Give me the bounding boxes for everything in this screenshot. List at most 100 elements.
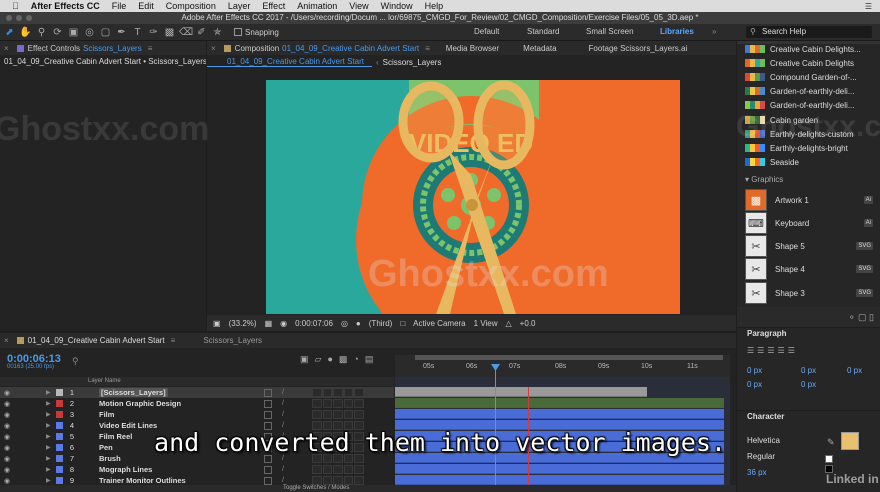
timeline-search-icon[interactable]: ⚲ [72,356,79,367]
menu-file[interactable]: File [112,1,127,11]
workspace-libraries[interactable]: Libraries [660,27,694,36]
composition-tab-name[interactable]: 01_04_09_Creative Cabin Advert Start [282,44,419,53]
menu-composition[interactable]: Composition [166,1,216,11]
tab-media-browser[interactable]: Media Browser [438,44,507,53]
justify-icon[interactable]: ☰ [778,346,785,355]
menu-window[interactable]: Window [381,1,413,11]
minimize-window-button[interactable] [16,15,22,21]
rectangle-tool-icon[interactable]: ▢ [99,26,112,39]
list-icon[interactable]: ☰ [865,2,872,11]
twirl-icon[interactable]: ▶ [46,389,51,396]
library-item[interactable]: Seaside [745,156,877,168]
table-row[interactable]: ◉ ▶ 3 Film / [0,409,394,420]
layer-pen-switch[interactable]: / [282,477,290,485]
render-icon[interactable]: △ [506,319,512,328]
subtab-scissors[interactable]: Scissors_Layers [383,58,442,67]
search-help-field[interactable]: ⚲ Search Help [746,26,872,38]
graphic-item[interactable]: ⌨ Keyboard Ai [745,212,877,234]
layer-name[interactable]: Film [99,410,114,419]
menu-effect[interactable]: Effect [262,1,285,11]
snapping-checkbox[interactable] [234,28,242,36]
selection-tool-icon[interactable]: ⬈ [3,26,16,39]
timeline-tab-scissors[interactable]: Scissors_Layers [203,336,262,345]
motion-blur-icon[interactable]: ◔ [353,354,358,365]
snapping-toggle[interactable]: Snapping [234,28,279,37]
layer-pen-switch[interactable]: / [282,400,290,408]
layer-duration-bar[interactable] [395,409,724,419]
library-item[interactable]: Compound Garden-of-... [745,71,877,83]
region-icon[interactable]: □ [400,319,405,328]
time-ruler[interactable]: 05s 06s 07s 08s 09s 10s 11s [395,355,730,377]
layer-switch[interactable] [264,388,272,397]
active-camera-select[interactable]: Active Camera [413,319,465,328]
workspace-small-screen[interactable]: Small Screen [586,27,634,36]
draft-3d-icon[interactable]: ▱ [315,354,322,365]
apple-icon[interactable]:  [12,1,19,11]
layer-label-swatch[interactable] [56,466,63,473]
tab-metadata[interactable]: Metadata [515,44,564,53]
graphic-item[interactable]: ✂ Shape 4 SVG [745,258,877,280]
indent-left-field[interactable]: 0 px [747,366,762,375]
zoom-tool-icon[interactable]: ⚲ [35,26,48,39]
library-item[interactable]: Garden-of-earthly-deli... [745,85,877,97]
resolution-select[interactable]: (Third) [369,319,393,328]
tab-footage[interactable]: Footage Scissors_Layers.ai [581,44,696,53]
menu-animation[interactable]: Animation [297,1,337,11]
sync-icon[interactable]: ⚬ [848,312,856,322]
toggle-switches-modes[interactable]: Toggle Switches / Modes [283,485,349,491]
layer-label-swatch[interactable] [56,400,63,407]
camera-tool-icon[interactable]: ▣ [67,26,80,39]
table-row[interactable]: ◉ ▶ 1 [Scissors_Layers] / [0,387,394,398]
comp-menu-icon[interactable]: ≡ [425,44,430,53]
layer-name[interactable]: Mograph Lines [99,465,152,474]
work-area-bar[interactable] [415,355,723,360]
layer-name-header[interactable]: Layer Name [88,378,121,384]
graphic-item[interactable]: ✂ Shape 3 SVG [745,282,877,304]
close-timeline-icon[interactable]: × [0,336,17,345]
layer-switch[interactable] [264,476,272,485]
rotate-tool-icon[interactable]: ⟳ [51,26,64,39]
always-preview-icon[interactable]: ▣ [213,319,221,328]
menu-view[interactable]: View [349,1,368,11]
puppet-tool-icon[interactable]: ✯ [211,26,224,39]
pen-tool-icon[interactable]: ✒ [115,26,128,39]
layer-switch[interactable] [264,410,272,419]
layer-switch[interactable] [264,465,272,474]
shy-icon[interactable]: ● [327,354,332,365]
eye-icon[interactable]: ◉ [4,466,10,474]
anchor-tool-icon[interactable]: ◎ [83,26,96,39]
align-left-icon[interactable]: ☰ [747,346,754,355]
clone-tool-icon[interactable]: ▩ [163,26,176,39]
current-time[interactable]: 0:00:07:06 [295,319,333,328]
layer-name[interactable]: [Scissors_Layers] [99,388,168,397]
zoom-window-button[interactable] [26,15,32,21]
snapshot-icon[interactable]: ◎ [341,319,348,328]
graphic-item[interactable]: ✂ Shape 5 SVG [745,235,877,257]
grid-icon[interactable]: ▦ [265,319,273,328]
trash-icon[interactable]: ▯ [869,312,874,322]
table-row[interactable]: ◉ ▶ 8 Mograph Lines / [0,464,394,475]
brush-tool-icon[interactable]: ✑ [147,26,160,39]
layer-name[interactable]: Trainer Monitor Outlines [99,476,186,485]
twirl-icon[interactable]: ▶ [46,411,51,418]
more-workspaces-icon[interactable]: » [712,27,716,36]
effect-controls-tab-label[interactable]: Effect Controls [28,44,80,53]
layer-pen-switch[interactable]: / [282,466,290,474]
menu-layer[interactable]: Layer [228,1,251,11]
workspace-standard[interactable]: Standard [527,27,559,36]
exposure-value[interactable]: +0.0 [520,319,536,328]
eye-icon[interactable]: ◉ [4,411,10,419]
graph-editor-icon[interactable]: ▤ [365,354,374,365]
timeline-tab[interactable]: 01_04_09_Creative Cabin Advert Start [28,336,165,345]
font-size-field[interactable]: 36 px [747,468,767,477]
close-window-button[interactable] [6,15,12,21]
table-row[interactable]: ◉ ▶ 2 Motion Graphic Design / [0,398,394,409]
menu-help[interactable]: Help [425,1,444,11]
hand-tool-icon[interactable]: ✋ [19,26,32,39]
type-tool-icon[interactable]: T [131,26,144,39]
align-right-icon[interactable]: ☰ [767,346,774,355]
frame-blending-icon[interactable]: ▩ [339,354,348,365]
eraser-tool-icon[interactable]: ⌫ [179,26,193,39]
layer-name[interactable]: Motion Graphic Design [99,399,181,408]
timeline-menu-icon[interactable]: ≡ [171,336,176,345]
